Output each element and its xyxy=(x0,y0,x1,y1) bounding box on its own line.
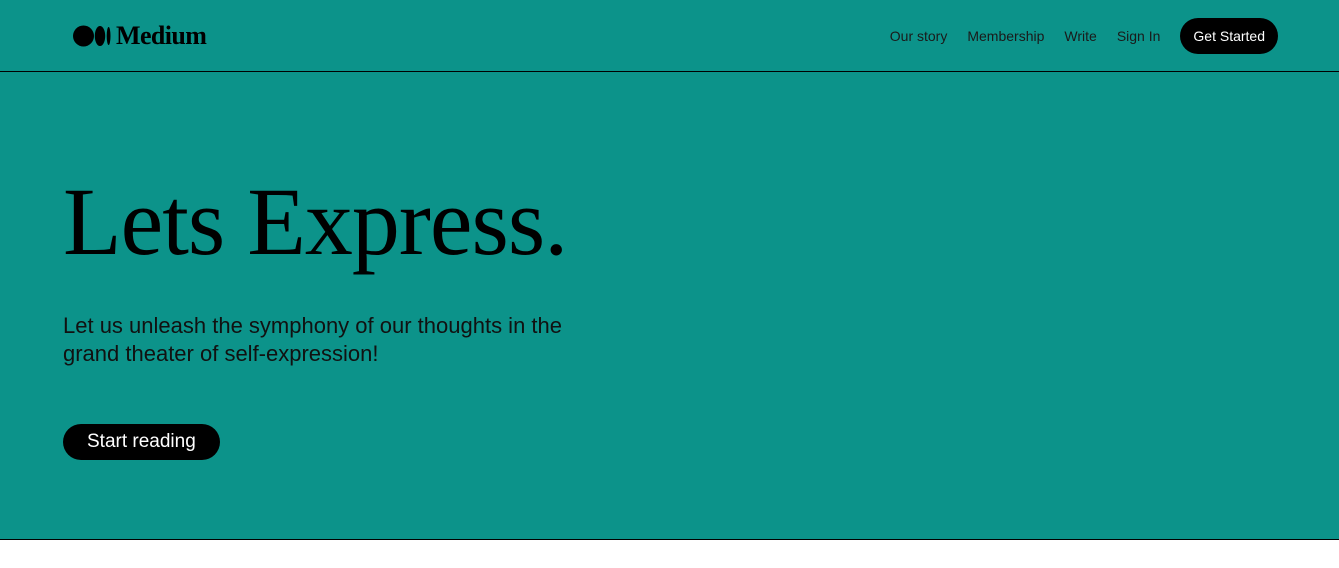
hero-title: Lets Express. xyxy=(63,168,568,275)
medium-logo-icon xyxy=(73,25,111,47)
brand-name: Medium xyxy=(116,21,207,50)
nav-write-link[interactable]: Write xyxy=(1064,18,1096,54)
hero-subtitle: Let us unleash the symphony of our thoug… xyxy=(63,313,562,366)
nav-our-story-link[interactable]: Our story xyxy=(890,18,948,54)
get-started-button[interactable]: Get Started xyxy=(1180,18,1278,54)
main-nav: Our story Membership Write Sign In Get S… xyxy=(890,18,1278,54)
hero-section: Lets Express. Let us unleash the symphon… xyxy=(0,72,1339,540)
page: Medium Our story Membership Write Sign I… xyxy=(0,0,1339,568)
top-navbar: Medium Our story Membership Write Sign I… xyxy=(0,0,1339,72)
nav-sign-in-link[interactable]: Sign In xyxy=(1117,18,1161,54)
nav-membership-link[interactable]: Membership xyxy=(967,18,1044,54)
brand-logo-link[interactable]: Medium xyxy=(73,21,207,50)
start-reading-button[interactable]: Start reading xyxy=(63,424,220,460)
